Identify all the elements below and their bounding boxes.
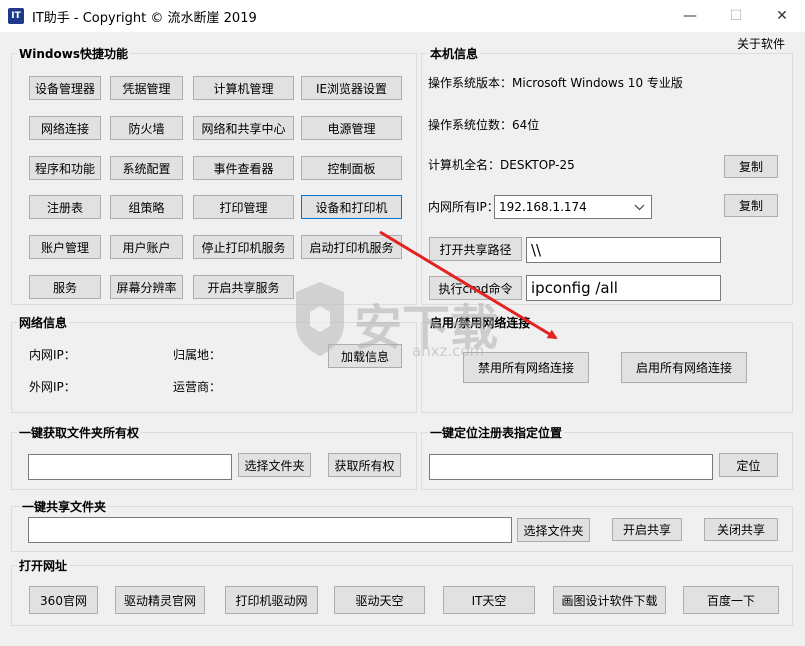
- windows-shortcuts-title: Windows快捷功能: [17, 45, 130, 62]
- os-bits-label: 操作系统位数：64位: [428, 118, 540, 132]
- url-360-official-button[interactable]: 360官网: [29, 586, 98, 614]
- isp-label: 运营商：: [173, 380, 222, 394]
- registry-editor-button[interactable]: 注册表: [29, 195, 101, 219]
- url-driver-genius-button[interactable]: 驱动精灵官网: [115, 586, 205, 614]
- share-folder-path-input[interactable]: [28, 517, 512, 543]
- print-management-button[interactable]: 打印管理: [193, 195, 294, 219]
- group-policy-button[interactable]: 组策略: [110, 195, 183, 219]
- chevron-down-icon: [634, 199, 645, 218]
- devices-printers-button[interactable]: 设备和打印机: [301, 195, 402, 219]
- programs-features-button[interactable]: 程序和功能: [29, 156, 101, 180]
- window-title: IT助手 - Copyright © 流水断崖 2019: [32, 11, 257, 26]
- ie-settings-button[interactable]: IE浏览器设置: [301, 76, 402, 100]
- share-folder-title: 一键共享文件夹: [20, 498, 109, 515]
- services-button[interactable]: 服务: [29, 275, 101, 299]
- location-label: 归属地：: [173, 348, 222, 362]
- event-viewer-button[interactable]: 事件查看器: [193, 156, 294, 180]
- system-config-button[interactable]: 系统配置: [110, 156, 183, 180]
- select-folder-ownership-button[interactable]: 选择文件夹: [238, 453, 311, 477]
- computer-name-label: 计算机全名：DESKTOP-25: [428, 158, 575, 172]
- about-link[interactable]: 关于软件: [737, 35, 785, 52]
- registry-path-input[interactable]: [429, 454, 713, 480]
- url-baidu-button[interactable]: 百度一下: [683, 586, 779, 614]
- folder-ownership-title: 一键获取文件夹所有权: [17, 424, 142, 441]
- url-paint-software-download-button[interactable]: 画图设计软件下载: [553, 586, 666, 614]
- account-management-button[interactable]: 账户管理: [29, 235, 101, 259]
- network-sharing-center-button[interactable]: 网络和共享中心: [193, 116, 294, 140]
- network-info-title: 网络信息: [17, 314, 70, 331]
- lan-ip-info-label: 内网IP：: [29, 348, 76, 362]
- control-panel-button[interactable]: 控制面板: [301, 156, 402, 180]
- os-version-label: 操作系统版本：Microsoft Windows 10 专业版: [428, 76, 683, 90]
- app-icon: IT: [8, 8, 24, 24]
- url-driver-sky-button[interactable]: 驱动天空: [334, 586, 425, 614]
- open-share-button[interactable]: 开启共享: [612, 518, 682, 541]
- ownership-path-input[interactable]: [28, 454, 232, 480]
- open-urls-title: 打开网址: [17, 557, 70, 574]
- close-button[interactable]: ✕: [759, 0, 805, 32]
- stop-print-service-button[interactable]: 停止打印机服务: [193, 235, 294, 259]
- toggle-network-title: 启用/禁用网络连接: [428, 314, 533, 331]
- maximize-button: ☐: [729, 8, 743, 24]
- user-accounts-button[interactable]: 用户账户: [110, 235, 183, 259]
- firewall-button[interactable]: 防火墙: [110, 116, 183, 140]
- power-options-button[interactable]: 电源管理: [301, 116, 402, 140]
- start-share-service-button[interactable]: 开启共享服务: [193, 275, 294, 299]
- minimize-button[interactable]: —: [667, 0, 713, 32]
- network-connections-button[interactable]: 网络连接: [29, 116, 101, 140]
- wan-ip-label: 外网IP：: [29, 380, 76, 394]
- lan-ip-label: 内网所有IP：: [428, 200, 499, 214]
- copy-ip-button[interactable]: 复制: [724, 194, 778, 217]
- disable-all-network-button[interactable]: 禁用所有网络连接: [463, 352, 589, 383]
- url-it-sky-button[interactable]: IT天空: [443, 586, 535, 614]
- cmd-input[interactable]: ipconfig /all: [526, 275, 721, 301]
- computer-management-button[interactable]: 计算机管理: [193, 76, 294, 100]
- device-manager-button[interactable]: 设备管理器: [29, 76, 101, 100]
- title-bar: IT IT助手 - Copyright © 流水断崖 2019 — ☐ ✕: [0, 0, 805, 32]
- locate-registry-button[interactable]: 定位: [719, 453, 778, 477]
- run-cmd-button[interactable]: 执行cmd命令: [429, 276, 522, 300]
- lan-ip-select[interactable]: 192.168.1.174: [494, 195, 652, 219]
- lan-ip-value: 192.168.1.174: [499, 200, 587, 214]
- url-printer-driver-button[interactable]: 打印机驱动网: [225, 586, 318, 614]
- close-share-button[interactable]: 关闭共享: [704, 518, 778, 541]
- screen-resolution-button[interactable]: 屏幕分辨率: [110, 275, 183, 299]
- start-print-service-button[interactable]: 启动打印机服务: [301, 235, 402, 259]
- registry-locate-title: 一键定位注册表指定位置: [428, 424, 565, 441]
- select-share-folder-button[interactable]: 选择文件夹: [517, 518, 590, 542]
- credential-manager-button[interactable]: 凭据管理: [110, 76, 183, 100]
- load-info-button[interactable]: 加载信息: [328, 344, 402, 368]
- local-info-title: 本机信息: [428, 45, 481, 62]
- share-path-input[interactable]: \\: [526, 237, 721, 263]
- enable-all-network-button[interactable]: 启用所有网络连接: [621, 352, 747, 383]
- take-ownership-button[interactable]: 获取所有权: [328, 453, 401, 477]
- open-share-path-button[interactable]: 打开共享路径: [429, 237, 522, 261]
- copy-computer-name-button[interactable]: 复制: [724, 155, 778, 178]
